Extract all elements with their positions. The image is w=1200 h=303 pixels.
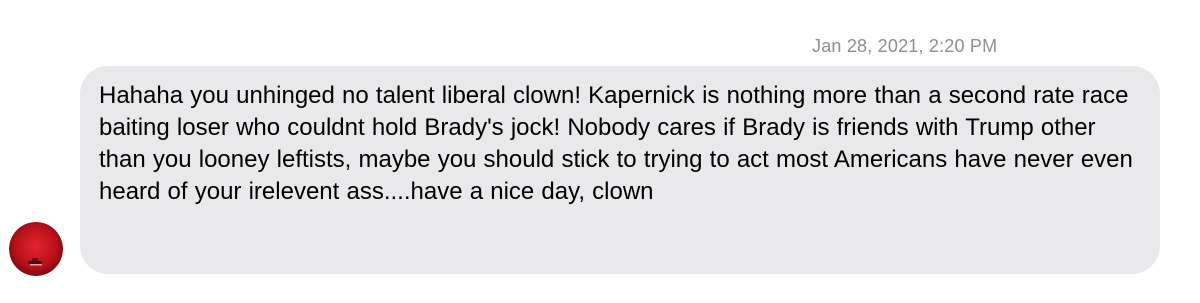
message-timestamp: Jan 28, 2021, 2:20 PM [812, 36, 998, 56]
message-thread: Jan 28, 2021, 2:20 PM Hahaha you unhinge… [0, 0, 1200, 303]
sender-avatar[interactable] [9, 222, 63, 276]
received-message-bubble[interactable]: Hahaha you unhinged no talent liberal cl… [80, 66, 1160, 274]
red-circle-avatar-icon [9, 222, 63, 276]
message-text: Hahaha you unhinged no talent liberal cl… [99, 82, 1133, 205]
